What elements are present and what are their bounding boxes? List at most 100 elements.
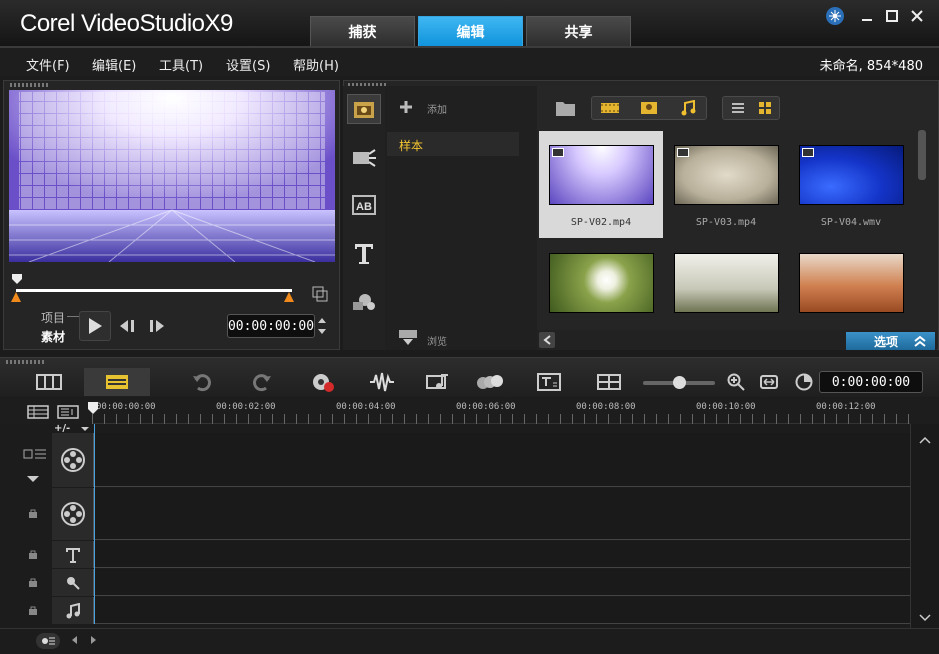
thumbnail-item[interactable] bbox=[664, 239, 788, 326]
thumbnail-item[interactable]: SP-V02.mp4 bbox=[539, 131, 663, 238]
mode-project[interactable]: 项目 bbox=[41, 309, 65, 326]
thumbnail-item[interactable]: SP-V04.wmv bbox=[789, 131, 913, 238]
timecode-stepper[interactable] bbox=[316, 314, 328, 338]
chevron-down-icon[interactable] bbox=[917, 612, 933, 624]
record-capture-icon[interactable] bbox=[310, 370, 336, 394]
video-filter-icon[interactable] bbox=[597, 100, 623, 116]
transition-icon[interactable] bbox=[347, 142, 381, 172]
lock-icon[interactable] bbox=[28, 605, 38, 615]
ruler-tick: 00:00:12:00 bbox=[816, 402, 876, 412]
browse-label[interactable]: 浏览 bbox=[427, 333, 447, 348]
subtitle-editor-icon[interactable] bbox=[536, 370, 562, 394]
menu-file[interactable]: 文件(F) bbox=[26, 55, 70, 74]
title-track[interactable] bbox=[52, 541, 910, 568]
scroll-left-icon[interactable] bbox=[68, 633, 80, 647]
audio-filter-icon[interactable] bbox=[675, 100, 701, 116]
motion-tracking-icon[interactable] bbox=[474, 370, 504, 394]
zoom-in-icon[interactable] bbox=[726, 372, 746, 392]
panel-grip[interactable] bbox=[6, 360, 46, 364]
scrub-bar[interactable] bbox=[16, 289, 292, 292]
enable-disable-icon[interactable] bbox=[36, 633, 60, 649]
help-icon[interactable] bbox=[826, 7, 844, 25]
folder-open-icon[interactable] bbox=[555, 98, 577, 118]
ruler-minor-ticks bbox=[92, 414, 910, 424]
redo-icon[interactable] bbox=[250, 370, 274, 394]
auto-music-icon[interactable] bbox=[424, 370, 452, 394]
title-track-header[interactable] bbox=[52, 541, 94, 568]
play-button[interactable] bbox=[79, 311, 111, 341]
overlay-track[interactable] bbox=[52, 488, 910, 540]
thumbnail-view-icon[interactable] bbox=[754, 100, 776, 116]
lock-icon[interactable] bbox=[28, 508, 38, 518]
playhead-marker[interactable] bbox=[88, 402, 98, 414]
multi-camera-icon[interactable] bbox=[596, 370, 622, 394]
title-ab-icon[interactable]: AB bbox=[347, 190, 381, 220]
library-scrollbar[interactable] bbox=[918, 130, 926, 180]
tab-capture[interactable]: 捕获 bbox=[310, 16, 415, 46]
timeline-timecode[interactable]: 0:00:00:00 bbox=[819, 371, 923, 393]
expand-track-icon[interactable] bbox=[26, 474, 40, 484]
graphics-icon[interactable] bbox=[347, 286, 381, 316]
thumbnail-image bbox=[673, 253, 779, 313]
enlarge-preview-icon[interactable] bbox=[311, 285, 329, 303]
undo-icon[interactable] bbox=[190, 370, 214, 394]
track-manager-icon[interactable] bbox=[56, 404, 80, 420]
timeline-ruler[interactable]: 00:00:00:00 00:00:02:00 00:00:04:00 00:0… bbox=[92, 398, 910, 424]
panel-grip[interactable] bbox=[10, 83, 50, 87]
thumbnail-item[interactable] bbox=[539, 239, 663, 326]
project-duration-icon[interactable] bbox=[794, 372, 814, 392]
chevron-up-icon[interactable] bbox=[917, 434, 933, 446]
mark-in-handle[interactable] bbox=[11, 291, 21, 302]
trim-start-marker[interactable] bbox=[11, 273, 23, 285]
add-icon[interactable] bbox=[399, 100, 413, 114]
timeline-scrollbar[interactable] bbox=[910, 424, 939, 630]
add-label[interactable]: 添加 bbox=[427, 101, 447, 116]
browse-icon[interactable] bbox=[397, 328, 421, 346]
ripple-editing-icon[interactable] bbox=[22, 447, 48, 461]
chevron-up-icon[interactable] bbox=[912, 334, 928, 348]
scroll-left-icon[interactable] bbox=[539, 332, 555, 348]
thumbnail-item[interactable] bbox=[789, 239, 913, 326]
minimize-icon[interactable] bbox=[857, 6, 877, 26]
overlay-track-header[interactable] bbox=[52, 488, 94, 540]
list-view-icon[interactable] bbox=[727, 100, 749, 116]
thumbnail-image bbox=[548, 253, 654, 313]
close-icon[interactable] bbox=[907, 6, 927, 26]
music-track-header[interactable] bbox=[52, 597, 94, 624]
prev-frame-icon[interactable] bbox=[118, 317, 140, 335]
thumbnail-image bbox=[798, 253, 904, 313]
player-timecode[interactable]: 00:00:00:00 bbox=[227, 314, 315, 338]
video-track[interactable] bbox=[52, 433, 910, 487]
mark-out-handle[interactable] bbox=[284, 291, 294, 302]
mode-clip[interactable]: 素材 bbox=[41, 328, 65, 345]
tab-share[interactable]: 共享 bbox=[526, 16, 631, 46]
zoom-slider-thumb[interactable] bbox=[672, 376, 686, 389]
lock-icon[interactable] bbox=[28, 577, 38, 587]
maximize-icon[interactable] bbox=[882, 6, 902, 26]
menu-help[interactable]: 帮助(H) bbox=[293, 55, 339, 74]
image-filter-icon[interactable] bbox=[636, 100, 662, 116]
next-frame-icon[interactable] bbox=[146, 317, 168, 335]
menu-settings[interactable]: 设置(S) bbox=[226, 55, 270, 74]
thumbnail-item[interactable]: SP-V03.mp4 bbox=[664, 131, 788, 238]
lock-icon[interactable] bbox=[28, 549, 38, 559]
media-icon[interactable] bbox=[347, 94, 381, 124]
storyboard-view-icon[interactable] bbox=[18, 368, 80, 396]
scroll-right-icon[interactable] bbox=[88, 633, 100, 647]
fit-project-icon[interactable] bbox=[758, 372, 780, 392]
tab-edit[interactable]: 编辑 bbox=[418, 16, 523, 46]
menu-tools[interactable]: 工具(T) bbox=[159, 55, 203, 74]
timeline-view-icon[interactable] bbox=[84, 368, 150, 396]
show-all-tracks-icon[interactable] bbox=[26, 404, 50, 420]
video-track-header[interactable] bbox=[52, 433, 94, 487]
music-track[interactable] bbox=[52, 597, 910, 624]
mode-divider bbox=[67, 316, 79, 317]
text-icon[interactable] bbox=[347, 238, 381, 268]
menu-bar: 文件(F) 编辑(E) 工具(T) 设置(S) 帮助(H) 未命名, 854*4… bbox=[0, 46, 939, 76]
ruler-tick: 00:00:10:00 bbox=[696, 402, 756, 412]
folder-item[interactable]: 样本 bbox=[387, 132, 519, 156]
voice-track[interactable] bbox=[52, 569, 910, 596]
sound-mixer-icon[interactable] bbox=[368, 370, 396, 394]
menu-edit[interactable]: 编辑(E) bbox=[92, 55, 136, 74]
voice-track-header[interactable] bbox=[52, 569, 94, 596]
